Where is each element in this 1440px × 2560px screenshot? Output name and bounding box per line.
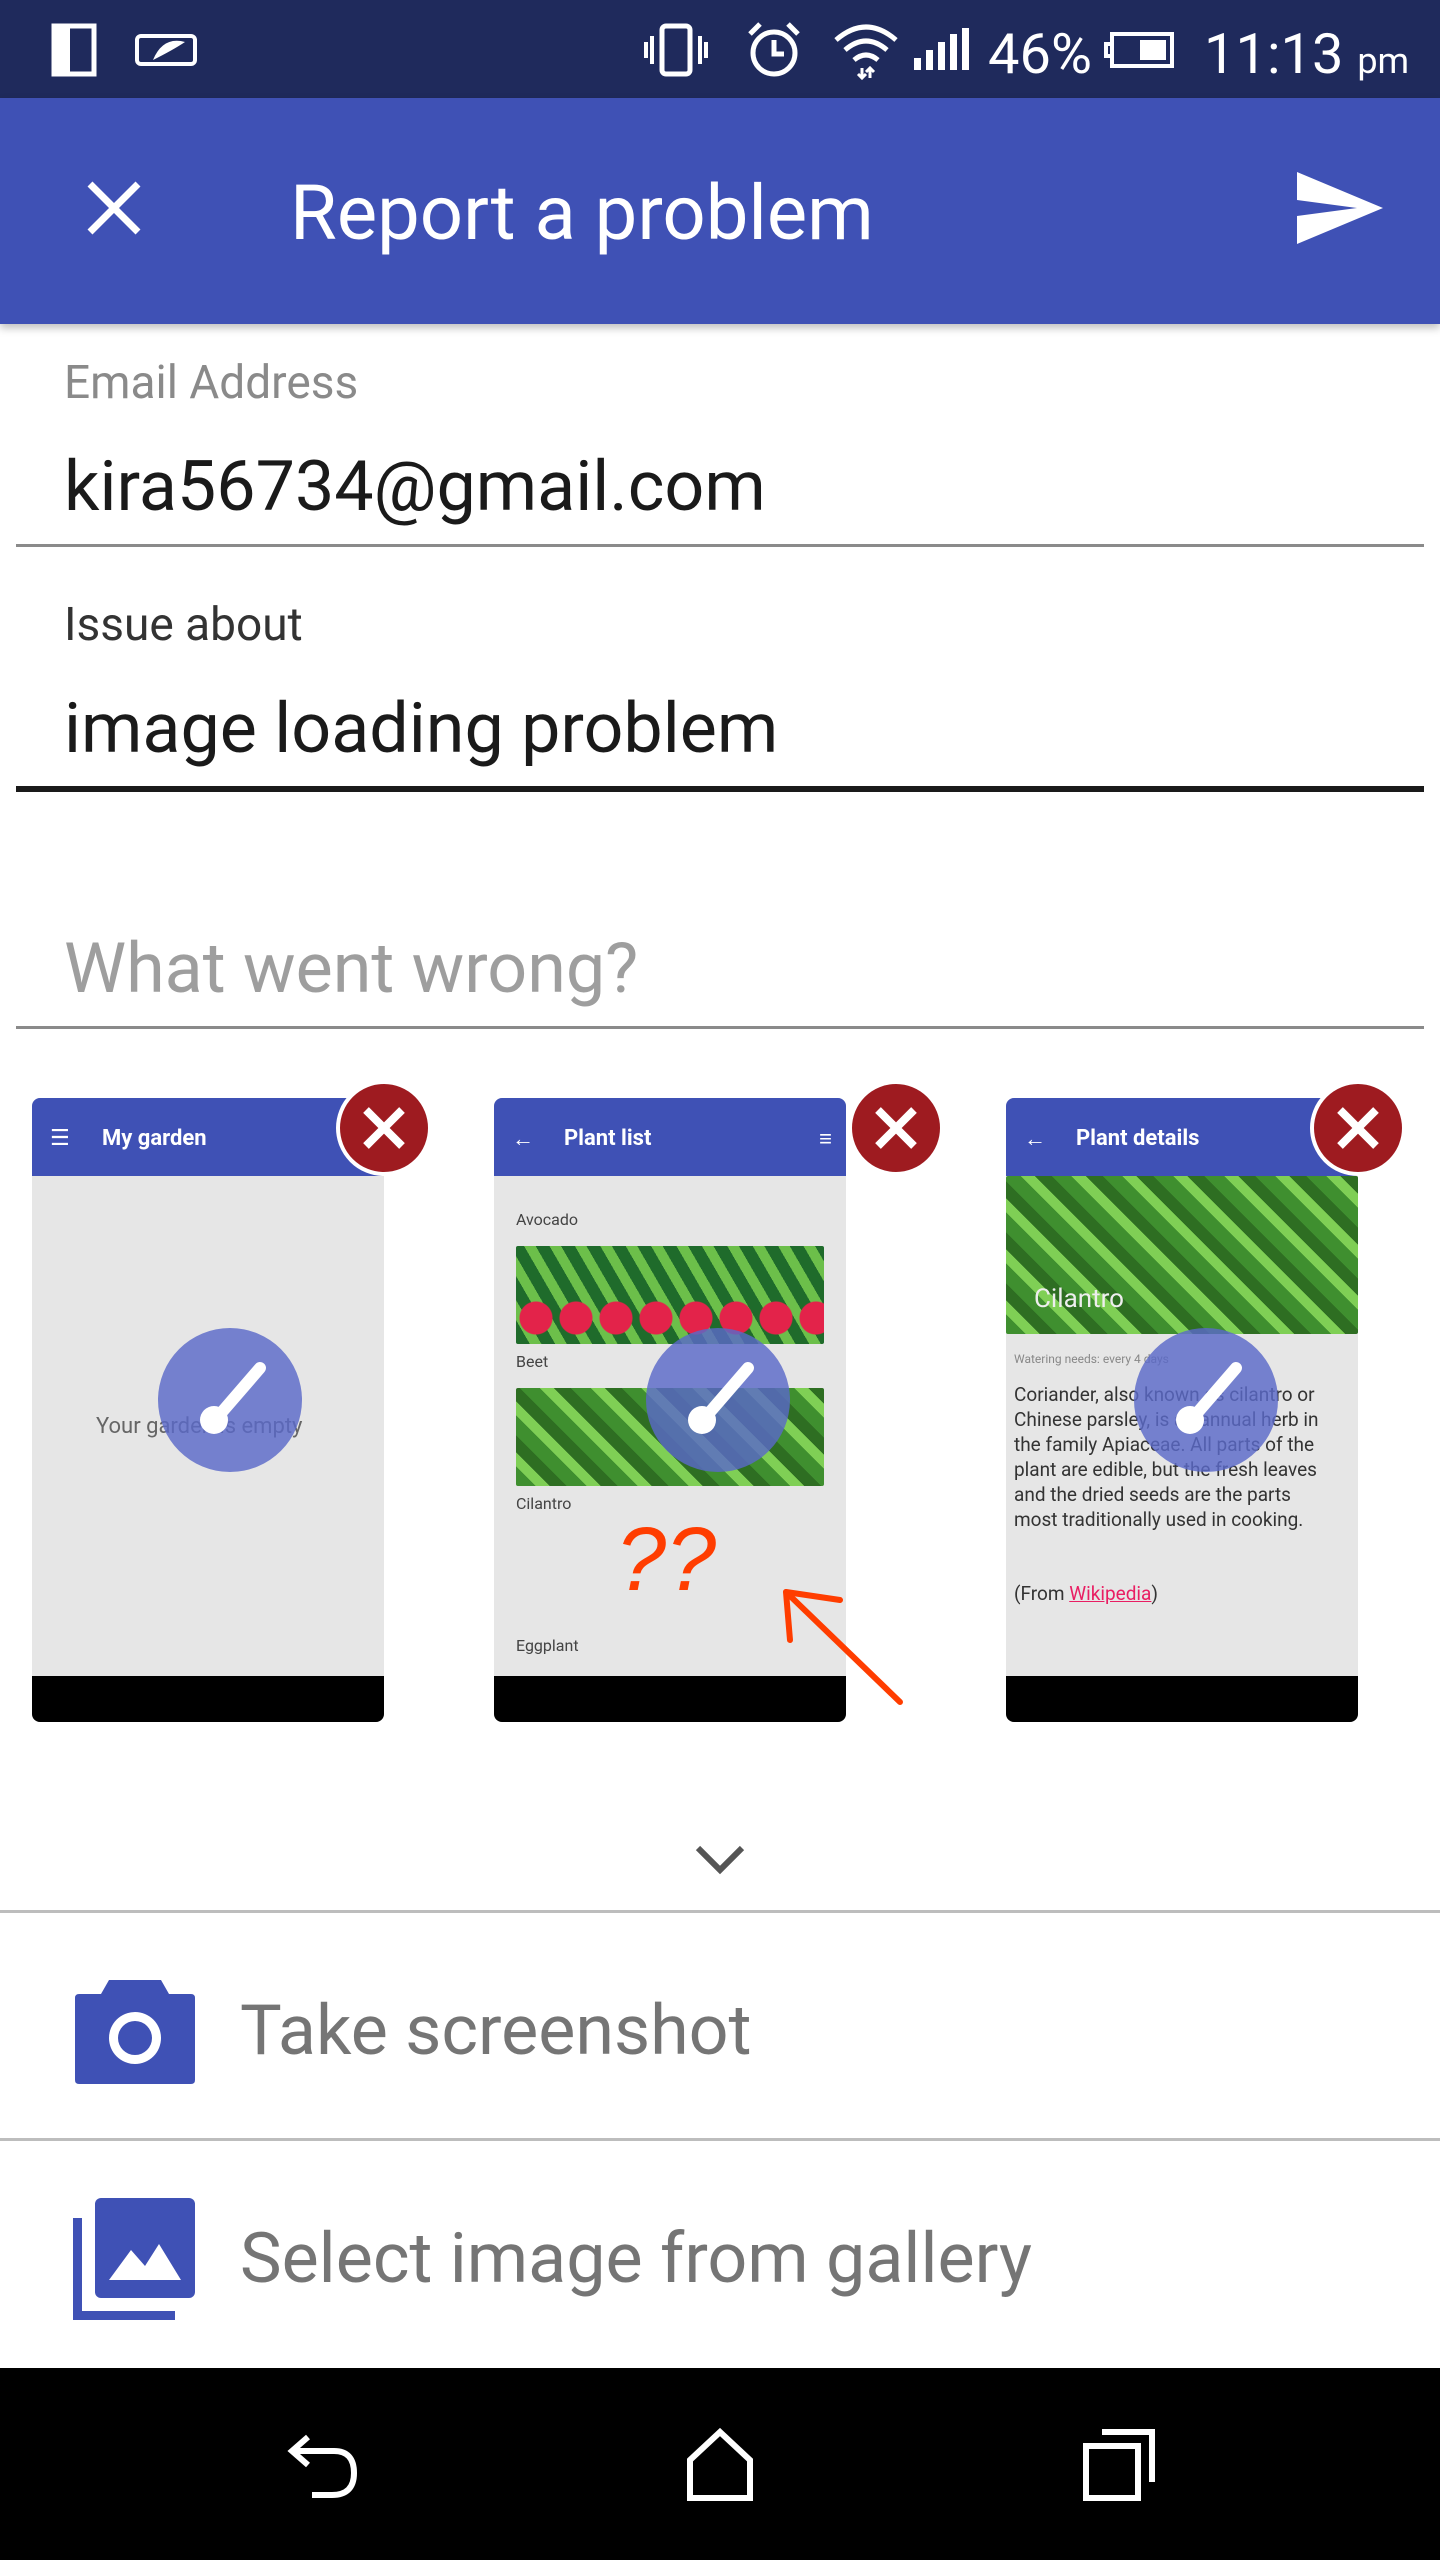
back-button[interactable]: [272, 2414, 372, 2514]
brush-icon: [1176, 1362, 1242, 1434]
close-icon: [1337, 1107, 1379, 1149]
close-icon: [87, 181, 141, 235]
remove-screenshot-button-1[interactable]: [336, 1080, 432, 1176]
email-field[interactable]: kira56734@gmail.com: [64, 446, 766, 528]
vibrate-icon: [644, 20, 708, 80]
divider: [0, 2138, 1440, 2141]
annotation-drawing: ??: [616, 1510, 903, 1705]
send-icon: [1297, 172, 1383, 244]
take-screenshot-label: Take screenshot: [240, 1990, 752, 2072]
description-field[interactable]: What went wrong?: [64, 928, 638, 1010]
wifi-icon: [832, 20, 900, 80]
thumb-app-bar: ☰ My garden: [32, 1098, 384, 1176]
back-arrow-icon: ←: [512, 1127, 534, 1152]
brush-icon: [200, 1362, 266, 1434]
issue-label: Issue about: [64, 598, 303, 652]
thumb-title: My garden: [102, 1126, 207, 1151]
remove-screenshot-button-3[interactable]: [1310, 1080, 1406, 1176]
back-arrow-icon: ←: [1024, 1127, 1046, 1152]
home-icon: [687, 2427, 753, 2501]
thumb-app-bar: ← Plant list ≡: [494, 1098, 846, 1176]
gallery-icon: [70, 2193, 200, 2323]
edit-screenshot-button-2[interactable]: [646, 1328, 790, 1472]
sim-card-icon: [48, 20, 102, 80]
battery-icon: [1104, 20, 1176, 80]
brush-icon: [688, 1362, 754, 1434]
thumb-app-bar: ← Plant details: [1006, 1098, 1358, 1176]
send-button[interactable]: [1280, 154, 1400, 262]
clock-time: 11:13 pm: [1204, 14, 1409, 101]
remove-screenshot-button-2[interactable]: [848, 1080, 944, 1176]
list-item-label: Cilantro: [516, 1494, 572, 1513]
home-button[interactable]: [670, 2414, 770, 2514]
recents-icon: [1083, 2429, 1155, 2501]
signal-icon: [912, 20, 972, 80]
description-underline: [16, 1026, 1424, 1029]
clock-hours: 11:13: [1204, 21, 1344, 87]
select-gallery-label: Select image from gallery: [240, 2218, 1033, 2300]
plant-source: (From Wikipedia): [1014, 1582, 1158, 1605]
menu-icon: ☰: [50, 1126, 70, 1151]
list-item-label: Avocado: [516, 1210, 579, 1229]
select-gallery-button[interactable]: Select image from gallery: [0, 2148, 1440, 2368]
system-nav-bar: [0, 2368, 1440, 2560]
beet-photo: [516, 1246, 824, 1344]
chevron-down-icon: [695, 1845, 745, 1875]
thumb-nav-bar: [1006, 1676, 1358, 1722]
app-bar: Report a problem: [0, 98, 1440, 324]
close-button[interactable]: [60, 154, 168, 262]
clock-ampm: pm: [1357, 40, 1410, 82]
annotation-text: ??: [616, 1510, 716, 1610]
filter-icon: ≡: [819, 1127, 832, 1152]
thumb-title: Plant list: [564, 1126, 652, 1151]
issue-underline: [16, 786, 1424, 792]
edit-screenshot-button-1[interactable]: [158, 1328, 302, 1472]
issue-field[interactable]: image loading problem: [64, 688, 778, 770]
wikipedia-link: Wikipedia: [1069, 1582, 1152, 1605]
divider: [0, 1910, 1440, 1913]
email-underline: [16, 544, 1424, 547]
thumb-title: Plant details: [1076, 1126, 1200, 1151]
battery-saver-icon: [132, 20, 204, 80]
recents-button[interactable]: [1070, 2414, 1170, 2514]
edit-screenshot-button-3[interactable]: [1134, 1328, 1278, 1472]
expand-chevron-button[interactable]: [690, 1840, 750, 1880]
alarm-icon: [744, 20, 804, 80]
take-screenshot-button[interactable]: Take screenshot: [0, 1920, 1440, 2140]
list-item-label: Beet: [516, 1352, 549, 1371]
battery-percent: 46%: [988, 21, 1092, 87]
page-title: Report a problem: [290, 168, 874, 258]
watering-label: Watering needs:: [1014, 1352, 1100, 1366]
back-icon: [287, 2434, 358, 2498]
status-bar: 46% 11:13 pm: [0, 0, 1440, 98]
close-icon: [875, 1107, 917, 1149]
email-label: Email Address: [64, 356, 359, 410]
source-suffix: ): [1151, 1582, 1159, 1605]
source-prefix: (From: [1014, 1582, 1070, 1605]
close-icon: [363, 1107, 405, 1149]
hero-caption: Cilantro: [1034, 1284, 1124, 1314]
list-item-label: Eggplant: [516, 1636, 579, 1655]
camera-icon: [70, 1965, 200, 2095]
thumb-nav-bar: [32, 1676, 384, 1722]
